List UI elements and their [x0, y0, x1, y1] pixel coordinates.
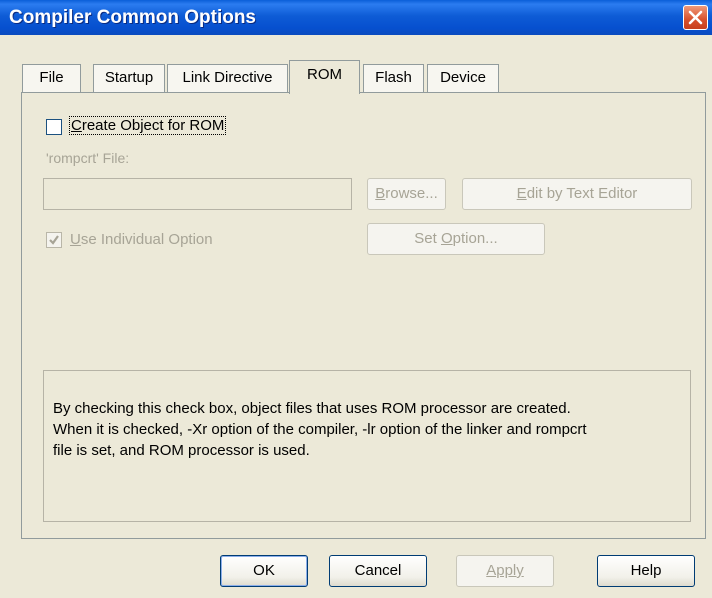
- rompcrt-file-label: 'rompcrt' File:: [46, 150, 130, 166]
- title-bar[interactable]: Compiler Common Options: [0, 0, 712, 35]
- use-individual-option-label[interactable]: Use Individual Option: [70, 231, 213, 248]
- close-button[interactable]: [683, 5, 708, 30]
- ok-button[interactable]: OK: [220, 555, 308, 587]
- browse-button[interactable]: Browse...: [367, 178, 446, 210]
- tab-label: Device: [440, 69, 486, 86]
- check-icon: [49, 235, 59, 245]
- create-object-checkbox[interactable]: [46, 119, 62, 135]
- tab-flash[interactable]: Flash: [363, 64, 424, 92]
- close-icon: [688, 10, 703, 25]
- tab-link-directive[interactable]: Link Directive: [167, 64, 288, 92]
- cancel-button[interactable]: Cancel: [329, 555, 427, 587]
- tab-device[interactable]: Device: [427, 64, 499, 92]
- tab-file[interactable]: File: [22, 64, 81, 92]
- tab-rom[interactable]: ROM: [289, 60, 360, 94]
- set-option-button[interactable]: Set Option...: [367, 223, 545, 255]
- tab-label: File: [39, 69, 64, 86]
- description-line: By checking this check box, object files…: [53, 400, 571, 417]
- apply-button[interactable]: Apply: [456, 555, 554, 587]
- description-line: file is set, and ROM processor is used.: [53, 442, 310, 459]
- rompcrt-file-input[interactable]: [43, 178, 352, 210]
- edit-by-text-editor-button[interactable]: Edit by Text Editor: [462, 178, 692, 210]
- tab-startup[interactable]: Startup: [93, 64, 165, 92]
- tab-label: Flash: [375, 69, 412, 86]
- window-title: Compiler Common Options: [9, 7, 256, 28]
- create-object-label[interactable]: Create Object for ROM: [68, 116, 227, 135]
- description-text: By checking this check box, object files…: [53, 398, 683, 461]
- tab-label: Link Directive: [182, 69, 273, 86]
- description-line: When it is checked, -Xr option of the co…: [53, 421, 587, 438]
- help-button[interactable]: Help: [597, 555, 695, 587]
- use-individual-option-checkbox[interactable]: [46, 232, 62, 248]
- tab-label: Startup: [104, 69, 154, 86]
- tab-label: ROM: [307, 66, 342, 83]
